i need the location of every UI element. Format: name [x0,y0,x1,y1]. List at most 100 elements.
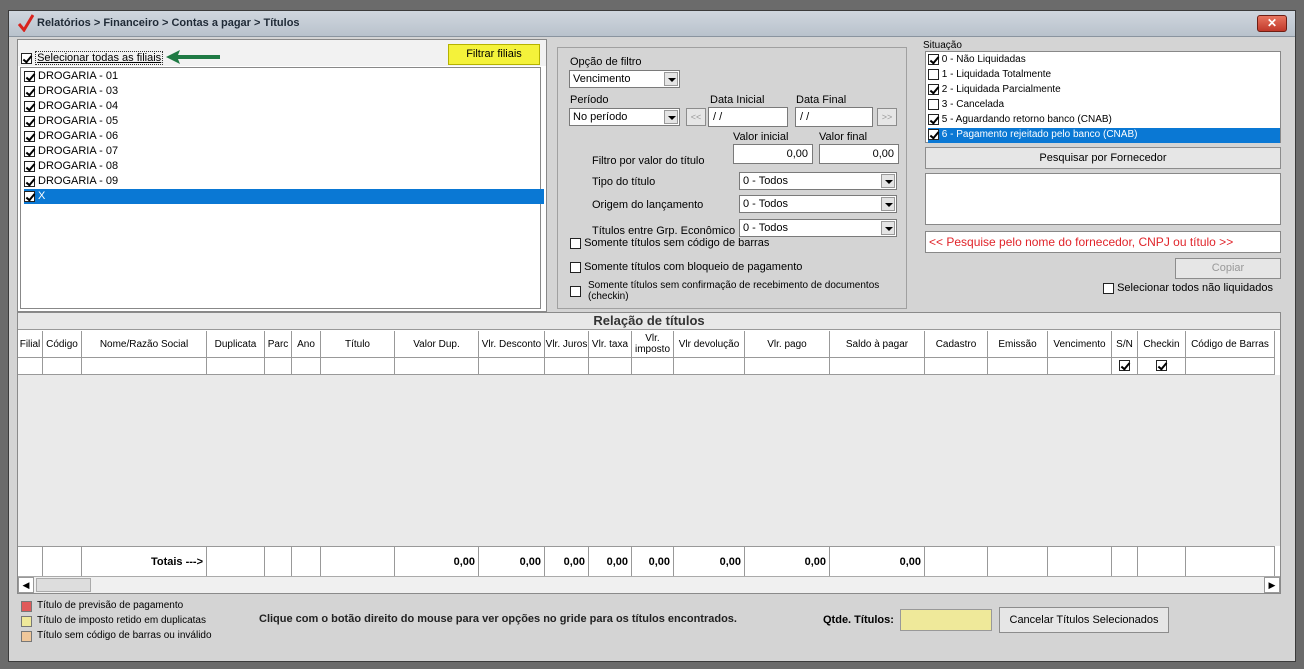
valor-inicial-input[interactable]: 0,00 [733,144,813,164]
filial-checkbox[interactable] [24,175,35,187]
copiar-button[interactable]: Copiar [1175,258,1281,279]
column-header[interactable]: Código de Barras [1186,331,1275,358]
periodo-select[interactable]: No período [569,108,680,126]
select-all-filiais[interactable]: Selecionar todas as filiais [21,51,164,65]
list-item[interactable]: DROGARIA - 04 [24,99,544,114]
filtrar-filiais-button[interactable]: Filtrar filiais [448,44,540,65]
list-item[interactable]: 1 - Liquidada Totalmente [928,68,1280,83]
list-item[interactable]: X [24,189,544,204]
grid-cell[interactable] [745,358,830,375]
cancelar-titulos-button[interactable]: Cancelar Títulos Selecionados [999,607,1169,633]
filial-checkbox[interactable] [24,115,35,127]
column-header[interactable]: Duplicata [207,331,265,358]
column-header[interactable]: S/N [1112,331,1138,358]
column-header[interactable]: Vlr. pago [745,331,830,358]
grid-cell[interactable] [632,358,674,375]
selecionar-nao-liquidados[interactable]: Selecionar todos não liquidados [1103,282,1273,294]
column-header[interactable]: Vlr devolução [674,331,745,358]
filial-checkbox[interactable] [24,85,35,97]
grid-cell[interactable] [82,358,207,375]
situacao-checkbox[interactable] [928,128,939,140]
list-item[interactable]: 0 - Não Liquidadas [928,53,1280,68]
sn-filter-checkbox[interactable] [1119,360,1130,371]
data-final-input[interactable]: / / [795,107,873,127]
filial-checkbox[interactable] [24,190,35,202]
filial-checkbox[interactable] [24,130,35,142]
scroll-left-icon[interactable]: ◀ [18,577,34,593]
situacao-checkbox[interactable] [928,113,939,125]
column-header[interactable]: Checkin [1138,331,1186,358]
checkin-checkbox[interactable] [570,286,581,297]
list-item[interactable]: DROGARIA - 01 [24,69,544,84]
fornecedor-hint[interactable]: << Pesquise pelo nome do fornecedor, CNP… [925,231,1281,253]
column-header[interactable]: Filial [18,331,43,358]
list-item[interactable]: DROGARIA - 03 [24,84,544,99]
list-item[interactable]: 6 - Pagamento rejeitado pelo banco (CNAB… [928,128,1280,143]
scroll-thumb[interactable] [36,578,91,592]
filial-checkbox[interactable] [24,160,35,172]
column-header[interactable]: Nome/Razão Social [82,331,207,358]
column-header[interactable]: Título [321,331,395,358]
grupo-select[interactable]: 0 - Todos [739,219,897,237]
horizontal-scrollbar[interactable]: ◀ ▶ [18,576,1280,593]
data-inicial-input[interactable]: / / [708,107,788,127]
pesquisar-fornecedor-button[interactable]: Pesquisar por Fornecedor [925,147,1281,169]
grid-cell[interactable] [925,358,988,375]
column-header[interactable]: Cadastro [925,331,988,358]
list-item[interactable]: DROGARIA - 05 [24,114,544,129]
list-item[interactable]: 2 - Liquidada Parcialmente [928,83,1280,98]
column-header[interactable]: Vlr. Juros [545,331,589,358]
next-period-button[interactable]: >> [877,108,897,126]
list-item[interactable]: 5 - Aguardando retorno banco (CNAB) [928,113,1280,128]
nao-liquidados-checkbox[interactable] [1103,282,1114,294]
tipo-titulo-select[interactable]: 0 - Todos [739,172,897,190]
grid-cell[interactable] [1186,358,1275,375]
sem-codigo-option[interactable]: Somente títulos sem código de barras [570,237,769,249]
grid-cell[interactable] [545,358,589,375]
column-header[interactable]: Vencimento [1048,331,1112,358]
grid-cell[interactable] [1048,358,1112,375]
grid-cell[interactable] [18,358,43,375]
column-header[interactable]: Ano [292,331,321,358]
grid-cell[interactable] [988,358,1048,375]
select-all-checkbox[interactable] [21,52,32,64]
grid-cell[interactable] [830,358,925,375]
list-item[interactable]: DROGARIA - 08 [24,159,544,174]
column-header[interactable]: Emissão [988,331,1048,358]
grid-cell[interactable] [207,358,265,375]
sem-codigo-checkbox[interactable] [570,237,581,249]
fornecedor-search-box[interactable] [925,173,1281,225]
list-item[interactable]: 3 - Cancelada [928,98,1280,113]
grid-cell[interactable] [395,358,479,375]
grid-cell[interactable] [479,358,545,375]
column-header[interactable]: Vlr. Desconto [479,331,545,358]
grid-cell[interactable] [292,358,321,375]
origem-select[interactable]: 0 - Todos [739,195,897,213]
situacao-checkbox[interactable] [928,53,939,65]
situacao-checkbox[interactable] [928,83,939,95]
situacao-checkbox[interactable] [928,98,939,110]
column-header[interactable]: Valor Dup. [395,331,479,358]
grid-cell[interactable] [1138,358,1186,375]
column-header[interactable]: Vlr. imposto [632,331,674,358]
list-item[interactable]: DROGARIA - 06 [24,129,544,144]
prev-period-button[interactable]: << [686,108,706,126]
grid-cell[interactable] [1112,358,1138,375]
filial-checkbox[interactable] [24,145,35,157]
filial-checkbox[interactable] [24,70,35,82]
close-button[interactable]: ✕ [1257,15,1287,32]
opcao-filtro-select[interactable]: Vencimento [569,70,680,88]
scroll-right-icon[interactable]: ▶ [1264,577,1280,593]
list-item[interactable]: DROGARIA - 07 [24,144,544,159]
column-header[interactable]: Saldo à pagar [830,331,925,358]
situacao-checkbox[interactable] [928,68,939,80]
column-header[interactable]: Parc [265,331,292,358]
checkin-option[interactable]: Somente títulos sem confirmação de receb… [570,280,900,302]
grid-cell[interactable] [589,358,632,375]
bloqueio-option[interactable]: Somente títulos com bloqueio de pagament… [570,261,802,273]
column-header[interactable]: Código [43,331,82,358]
grid-cell[interactable] [43,358,82,375]
valor-final-input[interactable]: 0,00 [819,144,899,164]
column-header[interactable]: Vlr. taxa [589,331,632,358]
checkin-filter-checkbox[interactable] [1156,360,1167,371]
